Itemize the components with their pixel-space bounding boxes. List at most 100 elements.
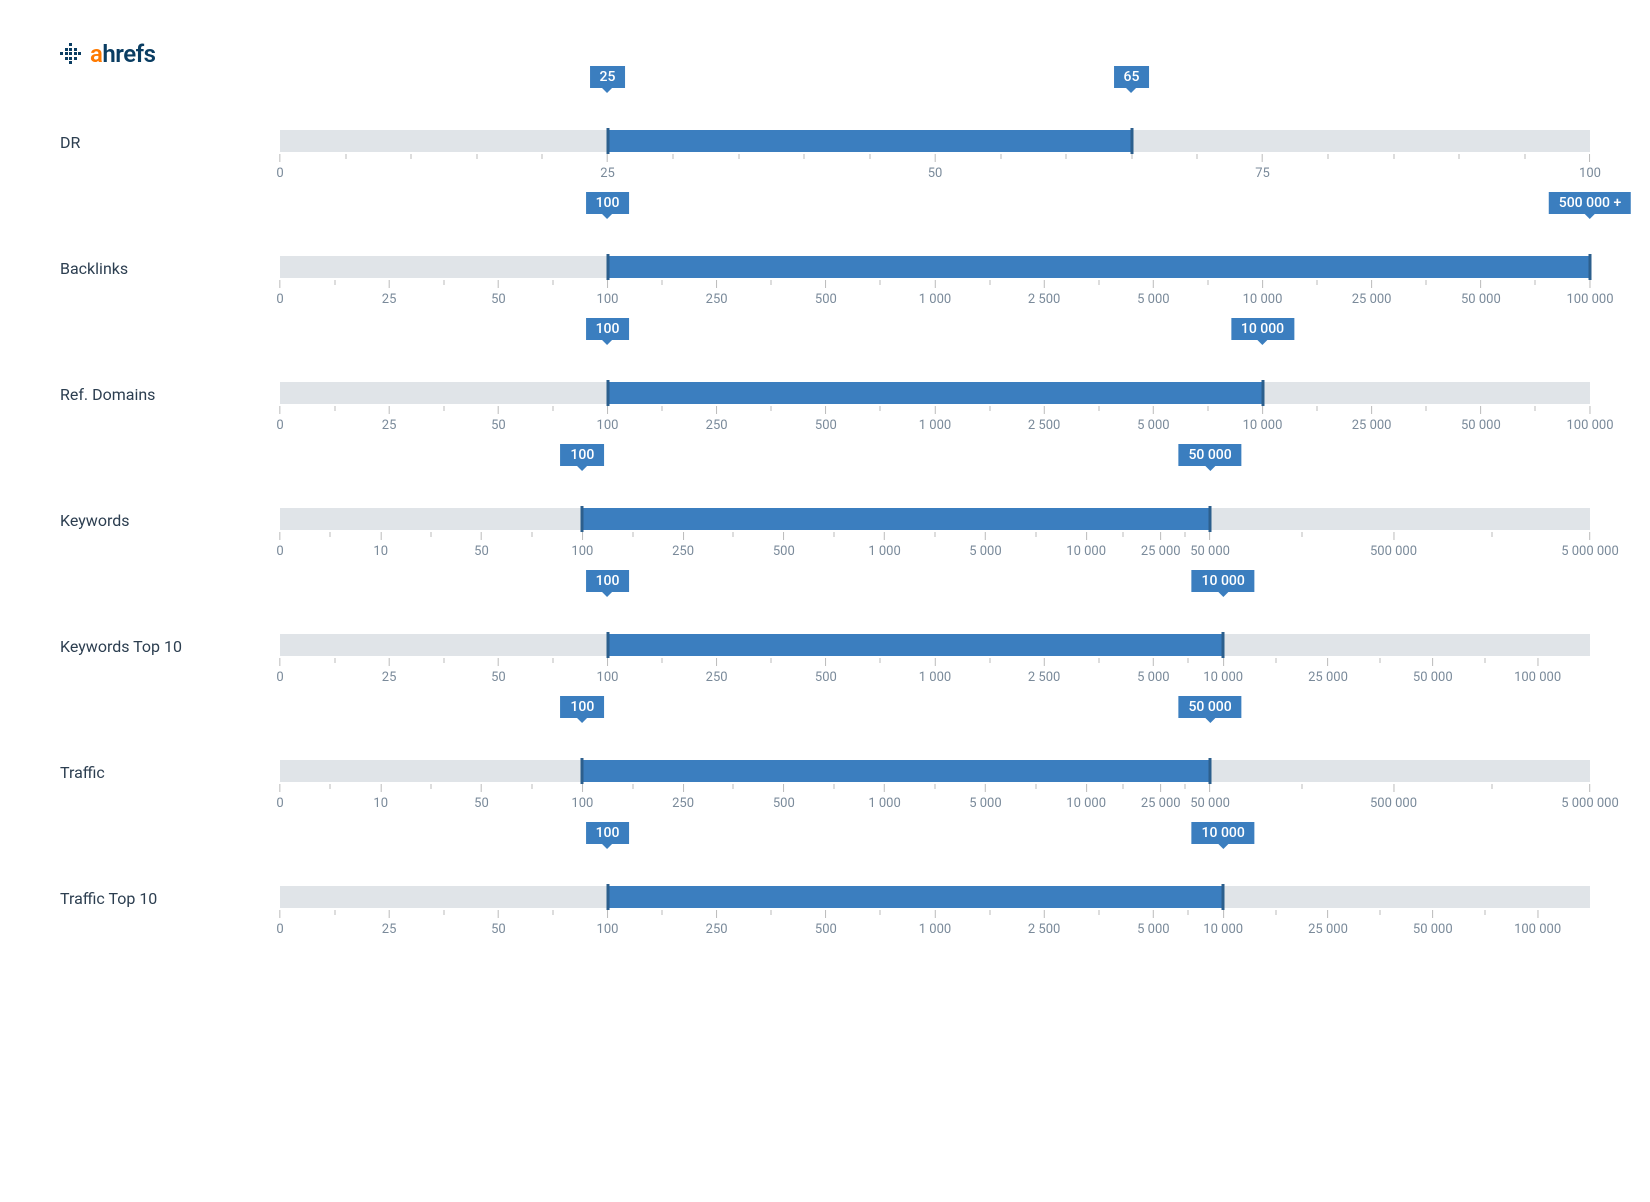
tick-line (880, 406, 881, 411)
tick-label: 100 000 (1514, 670, 1561, 685)
slider-handle-min[interactable] (606, 884, 609, 910)
tick-label: 5 000 (1137, 670, 1169, 685)
slider-label: Traffic (60, 728, 260, 782)
tick-major: 250 (672, 784, 694, 811)
range-slider[interactable]: 100500 000 +025501002505001 0002 5005 00… (280, 224, 1590, 310)
tick-label: 25 (382, 670, 397, 685)
slider-handle-max[interactable] (1209, 758, 1212, 784)
tick-major: 1 000 (919, 910, 951, 937)
tick-major: 25 000 (1308, 658, 1348, 685)
tick-major: 2 500 (1028, 658, 1060, 685)
slider-track[interactable] (280, 256, 1590, 278)
tick-minor (771, 406, 772, 411)
tick-major: 500 000 (1370, 532, 1417, 559)
tick-line (989, 910, 990, 915)
tick-line (1262, 154, 1263, 162)
tick-line (1098, 658, 1099, 663)
tick-major: 500 (815, 280, 837, 307)
tick-line (280, 406, 281, 414)
tick-label: 250 (672, 544, 694, 559)
range-slider[interactable]: 10050 000010501002505001 0005 00010 0002… (280, 476, 1590, 562)
tick-minor (1426, 406, 1427, 411)
tick-line (880, 658, 881, 663)
range-slider[interactable]: 10010 000025501002505001 0002 5005 00010… (280, 350, 1590, 436)
tick-line (935, 154, 936, 162)
tick-label: 100 000 (1514, 922, 1561, 937)
range-slider[interactable]: 25650255075100 (280, 98, 1590, 184)
slider-handle-max[interactable] (1209, 506, 1212, 532)
tick-line (880, 280, 881, 285)
tick-major: 1 000 (868, 532, 900, 559)
tick-minor (733, 532, 734, 537)
tick-label: 25 (382, 922, 397, 937)
slider-track[interactable] (280, 130, 1590, 152)
tick-line (280, 784, 281, 792)
tick-line (498, 658, 499, 666)
slider-handle-min[interactable] (606, 632, 609, 658)
range-slider[interactable]: 10050 000010501002505001 0005 00010 0002… (280, 728, 1590, 814)
tick-label: 25 000 (1141, 796, 1181, 811)
tick-line (1223, 910, 1224, 918)
tick-line (280, 532, 281, 540)
tick-line (1131, 154, 1132, 159)
tick-minor (1485, 658, 1486, 663)
range-slider[interactable]: 10010 000025501002505001 0002 5005 00010… (280, 602, 1590, 688)
slider-track[interactable] (280, 760, 1590, 782)
tick-major: 50 (491, 280, 506, 307)
slider-handle-min[interactable] (606, 254, 609, 280)
tick-line (280, 658, 281, 666)
tick-major: 500 (815, 658, 837, 685)
slider-handle-max[interactable] (1130, 128, 1133, 154)
slider-handle-max[interactable] (1261, 380, 1264, 406)
tick-minor (935, 784, 936, 789)
tick-major: 5 000 (969, 532, 1001, 559)
tick-line (1537, 658, 1538, 666)
tick-minor (1131, 154, 1132, 159)
slider-handle-max[interactable] (1589, 254, 1592, 280)
tick-major: 50 (474, 784, 489, 811)
tick-line (1153, 280, 1154, 288)
slider-row-backlinks: Backlinks100500 000 +025501002505001 000… (60, 224, 1590, 310)
tick-minor (431, 532, 432, 537)
tick-line (1301, 784, 1302, 789)
slider-track[interactable] (280, 634, 1590, 656)
slider-handle-max[interactable] (1222, 884, 1225, 910)
slider-handle-min[interactable] (606, 128, 609, 154)
tick-major: 50 (491, 658, 506, 685)
slider-track[interactable] (280, 886, 1590, 908)
tick-major: 1 000 (919, 406, 951, 433)
slider-badge-max: 10 000 (1192, 570, 1255, 592)
tick-label: 50 (474, 796, 489, 811)
tick-line (738, 154, 739, 159)
tick-line (884, 532, 885, 540)
slider-handle-max[interactable] (1222, 632, 1225, 658)
tick-major: 5 000 (969, 784, 1001, 811)
tick-line (280, 280, 281, 288)
tick-label: 50 000 (1190, 544, 1230, 559)
tick-major: 5 000 (1137, 280, 1169, 307)
slider-handle-min[interactable] (606, 380, 609, 406)
tick-line (1098, 406, 1099, 411)
tick-label: 10 (373, 796, 388, 811)
slider-fill (608, 634, 1224, 656)
tick-label: 250 (672, 796, 694, 811)
slider-track[interactable] (280, 382, 1590, 404)
tick-label: 2 500 (1028, 292, 1060, 307)
tick-major: 50 (474, 532, 489, 559)
slider-track[interactable] (280, 508, 1590, 530)
tick-label: 500 000 (1370, 544, 1417, 559)
tick-line (1317, 280, 1318, 285)
slider-fill (608, 382, 1263, 404)
tick-line (1188, 658, 1189, 663)
tick-line (1589, 154, 1590, 162)
tick-minor (1301, 784, 1302, 789)
tick-line (880, 910, 881, 915)
tick-line (1480, 280, 1481, 288)
slider-handle-min[interactable] (581, 758, 584, 784)
tick-minor (1000, 154, 1001, 159)
slider-fill (608, 256, 1591, 278)
slider-handle-min[interactable] (581, 506, 584, 532)
tick-line (1153, 658, 1154, 666)
tick-line (1210, 532, 1211, 540)
range-slider[interactable]: 10010 000025501002505001 0002 5005 00010… (280, 854, 1590, 940)
